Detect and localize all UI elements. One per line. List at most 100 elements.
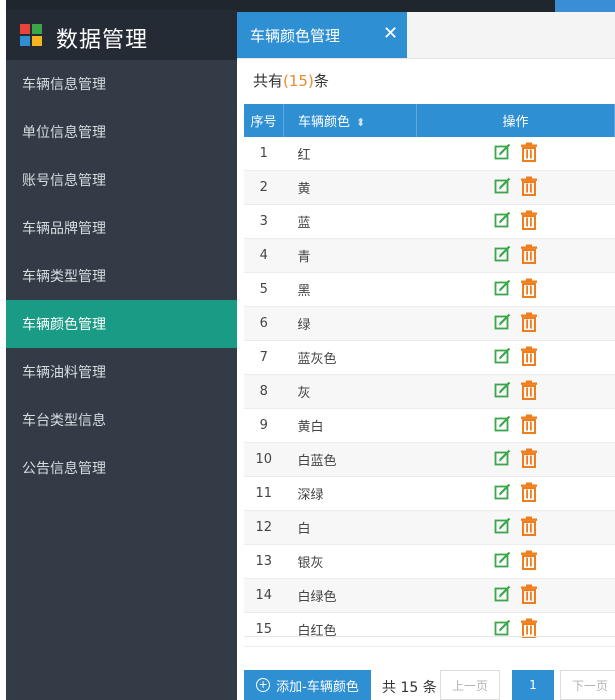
edit-icon[interactable] — [494, 245, 512, 267]
page-1-button[interactable]: 1 — [512, 670, 554, 700]
row-color: 蓝 — [283, 204, 417, 239]
row-no: 12 — [244, 510, 284, 545]
sidebar-item-label: 账号信息管理 — [22, 173, 106, 189]
row-actions — [416, 612, 615, 647]
row-no: 15 — [244, 612, 284, 647]
row-actions — [416, 442, 615, 477]
summary-prefix: 共有 — [253, 72, 284, 90]
trash-icon[interactable] — [520, 380, 538, 404]
row-actions — [416, 408, 615, 443]
brand-header: 数据管理 — [6, 10, 237, 60]
summary-suffix: 条 — [313, 72, 329, 90]
edit-icon[interactable] — [494, 619, 512, 641]
edit-icon[interactable] — [494, 585, 512, 607]
edit-icon[interactable] — [494, 313, 512, 335]
row-no: 3 — [244, 204, 284, 239]
table-row: 14 白绿色 — [244, 578, 615, 613]
row-color: 灰 — [283, 374, 417, 409]
row-actions — [416, 170, 615, 205]
table-row: 12 白 — [244, 510, 615, 545]
sidebar-item-7[interactable]: 车辆油料管理 — [6, 348, 237, 396]
sort-icon[interactable]: ⬍ — [356, 116, 365, 129]
row-color: 黄白 — [283, 408, 417, 443]
table-bottom-divider — [244, 636, 615, 637]
trash-icon[interactable] — [520, 142, 538, 166]
total-count: 共 15 条 — [382, 680, 437, 696]
sidebar-nav: 车辆信息管理 单位信息管理账号信息管理车辆品牌管理车辆类型管理 车辆颜色管理车辆油料… — [6, 60, 237, 492]
prev-page-button[interactable]: 上一页 — [440, 670, 500, 700]
row-color: 黄 — [283, 170, 417, 205]
trash-icon[interactable] — [520, 584, 538, 608]
row-actions — [416, 544, 615, 579]
row-color: 白红色 — [283, 612, 417, 647]
edit-icon[interactable] — [494, 279, 512, 301]
sidebar-item-8[interactable]: 车台类型信息 — [6, 396, 237, 444]
edit-icon[interactable] — [494, 143, 512, 165]
trash-icon[interactable] — [520, 448, 538, 472]
trash-icon[interactable] — [520, 278, 538, 302]
sidebar-item-6[interactable]: 车辆颜色管理 — [6, 300, 237, 348]
table-row: 7 蓝灰色 — [244, 340, 615, 375]
row-no: 6 — [244, 306, 284, 341]
table-row: 3蓝 — [244, 204, 615, 239]
trash-icon[interactable] — [520, 244, 538, 268]
row-actions — [416, 510, 615, 545]
sidebar-item-1[interactable]: 车辆信息管理 — [6, 60, 237, 108]
table-header-row: 序号 车辆颜色 ⬍ 操作 — [244, 104, 615, 137]
edit-icon[interactable] — [494, 381, 512, 403]
row-no: 14 — [244, 578, 284, 613]
table-row: 15 白红色 — [244, 612, 615, 647]
row-actions — [416, 578, 615, 613]
table-row: 5黑 — [244, 272, 615, 307]
header-color[interactable]: 车辆颜色 ⬍ — [283, 104, 417, 137]
sidebar-item-label: 车辆颜色管理 — [22, 317, 106, 333]
app-logo-icon — [20, 24, 42, 46]
sidebar-item-9[interactable]: 公告信息管理 — [6, 444, 237, 492]
sidebar-item-5[interactable]: 车辆类型管理 — [6, 252, 237, 300]
edit-icon[interactable] — [494, 415, 512, 437]
row-actions — [416, 340, 615, 375]
next-page-button[interactable]: 下一页 — [560, 670, 615, 700]
edit-icon[interactable] — [494, 551, 512, 573]
record-summary: 共有(15)条 — [253, 70, 329, 91]
edit-icon[interactable] — [494, 483, 512, 505]
trash-icon[interactable] — [520, 550, 538, 574]
edit-icon[interactable] — [494, 347, 512, 369]
row-actions — [416, 137, 615, 171]
header-op: 操作 — [416, 104, 615, 137]
row-color: 深绿 — [283, 476, 417, 511]
tab-bar: 车辆颜色管理 ✕ — [237, 12, 615, 59]
row-actions — [416, 306, 615, 341]
edit-icon[interactable] — [494, 177, 512, 199]
sidebar-item-2[interactable]: 单位信息管理 — [6, 108, 237, 156]
table-footer: + 添加-车辆颜色 共 15 条 上一页 1 下一页 — [244, 670, 615, 700]
sidebar-item-label: 车台类型信息 — [22, 413, 106, 429]
sidebar-item-label: 车辆类型管理 — [22, 269, 106, 285]
trash-icon[interactable] — [520, 482, 538, 506]
trash-icon[interactable] — [520, 414, 538, 438]
table-row: 8灰 — [244, 374, 615, 409]
trash-icon[interactable] — [520, 210, 538, 234]
edit-icon[interactable] — [494, 517, 512, 539]
summary-count: (15) — [283, 72, 314, 90]
close-icon[interactable]: ✕ — [383, 24, 398, 44]
sidebar-item-3[interactable]: 账号信息管理 — [6, 156, 237, 204]
table-row: 2黄 — [244, 170, 615, 205]
trash-icon[interactable] — [520, 346, 538, 370]
trash-icon[interactable] — [520, 312, 538, 336]
header-no-label: 序号 — [250, 115, 277, 130]
row-color: 白绿色 — [283, 578, 417, 613]
header-no: 序号 — [244, 104, 284, 137]
sidebar-item-4[interactable]: 车辆品牌管理 — [6, 204, 237, 252]
row-no: 4 — [244, 238, 284, 273]
table-row: 11 深绿 — [244, 476, 615, 511]
table-row: 6绿 — [244, 306, 615, 341]
tab-vehicle-color[interactable]: 车辆颜色管理 ✕ — [237, 12, 407, 58]
trash-icon[interactable] — [520, 176, 538, 200]
add-vehicle-color-button[interactable]: + 添加-车辆颜色 — [244, 670, 371, 700]
edit-icon[interactable] — [494, 211, 512, 233]
top-bar-accent — [555, 0, 615, 12]
trash-icon[interactable] — [520, 516, 538, 540]
trash-icon[interactable] — [520, 618, 538, 642]
edit-icon[interactable] — [494, 449, 512, 471]
